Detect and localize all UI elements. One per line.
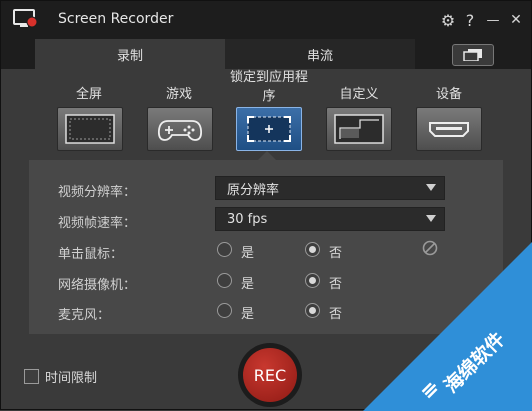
- mode-lock-app-button[interactable]: [236, 107, 302, 151]
- mode-game-button[interactable]: [147, 107, 213, 151]
- mouse-click-label: 单击鼠标：: [58, 247, 124, 262]
- mouse-click-no-label: 否: [329, 246, 343, 261]
- mouse-click-yes-label: 是: [241, 246, 255, 261]
- minimize-button[interactable]: —: [482, 10, 504, 30]
- gamepad-icon: [157, 120, 203, 141]
- resolution-value: 原分辨率: [227, 182, 280, 198]
- microphone-yes-radio[interactable]: [217, 303, 232, 318]
- mouse-click-no-radio[interactable]: [305, 242, 320, 257]
- close-button[interactable]: ✕: [505, 10, 527, 30]
- mode-lock-app-label-line2: 序: [262, 89, 276, 104]
- tab-stream[interactable]: 串流: [225, 39, 415, 69]
- dropdown-arrow-icon: [426, 184, 436, 191]
- mouse-click-yes-radio[interactable]: [217, 242, 232, 257]
- mode-lock-app-label-line1: 锁定到应用程: [229, 70, 308, 85]
- webcam-no-radio[interactable]: [305, 273, 320, 288]
- webcam-yes-label: 是: [241, 277, 255, 292]
- record-button[interactable]: REC: [243, 348, 297, 402]
- webcam-no-label: 否: [329, 277, 343, 292]
- window-title: Screen Recorder: [58, 11, 174, 27]
- custom-region-icon: [334, 114, 384, 144]
- multi-screen-button[interactable]: [452, 44, 494, 66]
- mode-custom-label: 自定义: [339, 87, 379, 102]
- mode-game-label-box: 游戏: [144, 87, 214, 102]
- mode-custom-button[interactable]: [326, 107, 392, 151]
- screens-icon: [463, 49, 482, 61]
- microphone-no-label: 否: [329, 307, 343, 322]
- webcam-yes-radio[interactable]: [217, 273, 232, 288]
- mode-fullscreen-button[interactable]: [57, 107, 123, 151]
- watermark-corner: 海绵软件: [363, 242, 532, 411]
- framerate-dropdown[interactable]: 30 fps: [215, 207, 445, 231]
- resolution-dropdown[interactable]: 原分辨率: [215, 176, 445, 200]
- tab-record[interactable]: 录制: [35, 39, 225, 69]
- fullscreen-icon: [65, 114, 115, 144]
- dropdown-arrow-icon: [426, 215, 436, 222]
- mode-device-button[interactable]: [416, 107, 482, 151]
- selected-mode-pointer: [258, 151, 276, 160]
- time-limit-label: 时间限制: [45, 371, 98, 386]
- mode-fullscreen-label-box: 全屏: [54, 87, 124, 102]
- app-logo-icon: [13, 9, 37, 28]
- lock-app-window-icon: [247, 116, 291, 142]
- microphone-label: 麦克风：: [58, 308, 111, 323]
- title-bar[interactable]: Screen Recorder ⚙ ? — ✕: [1, 1, 531, 39]
- microphone-no-radio[interactable]: [305, 303, 320, 318]
- mode-game-label: 游戏: [165, 87, 192, 102]
- microphone-yes-label: 是: [241, 307, 255, 322]
- mode-lock-app-label-box: 锁定到应用程 序: [219, 68, 319, 106]
- framerate-label: 视频帧速率：: [58, 216, 137, 231]
- framerate-value: 30 fps: [227, 211, 268, 227]
- mode-fullscreen-label: 全屏: [75, 87, 102, 102]
- time-limit-checkbox[interactable]: [24, 369, 39, 384]
- hdmi-device-icon: [429, 122, 469, 137]
- resolution-label: 视频分辨率：: [58, 185, 137, 200]
- webcam-label: 网络摄像机：: [58, 278, 137, 293]
- mode-custom-label-box: 自定义: [324, 87, 394, 102]
- settings-gear-icon[interactable]: ⚙: [437, 10, 459, 30]
- screen-recorder-window: Screen Recorder ⚙ ? — ✕ 录制 串流 全屏 游戏 锁定到应…: [0, 0, 532, 411]
- mode-device-label-box: 设备: [414, 87, 484, 102]
- help-icon[interactable]: ?: [459, 10, 481, 30]
- mode-device-label: 设备: [435, 87, 462, 102]
